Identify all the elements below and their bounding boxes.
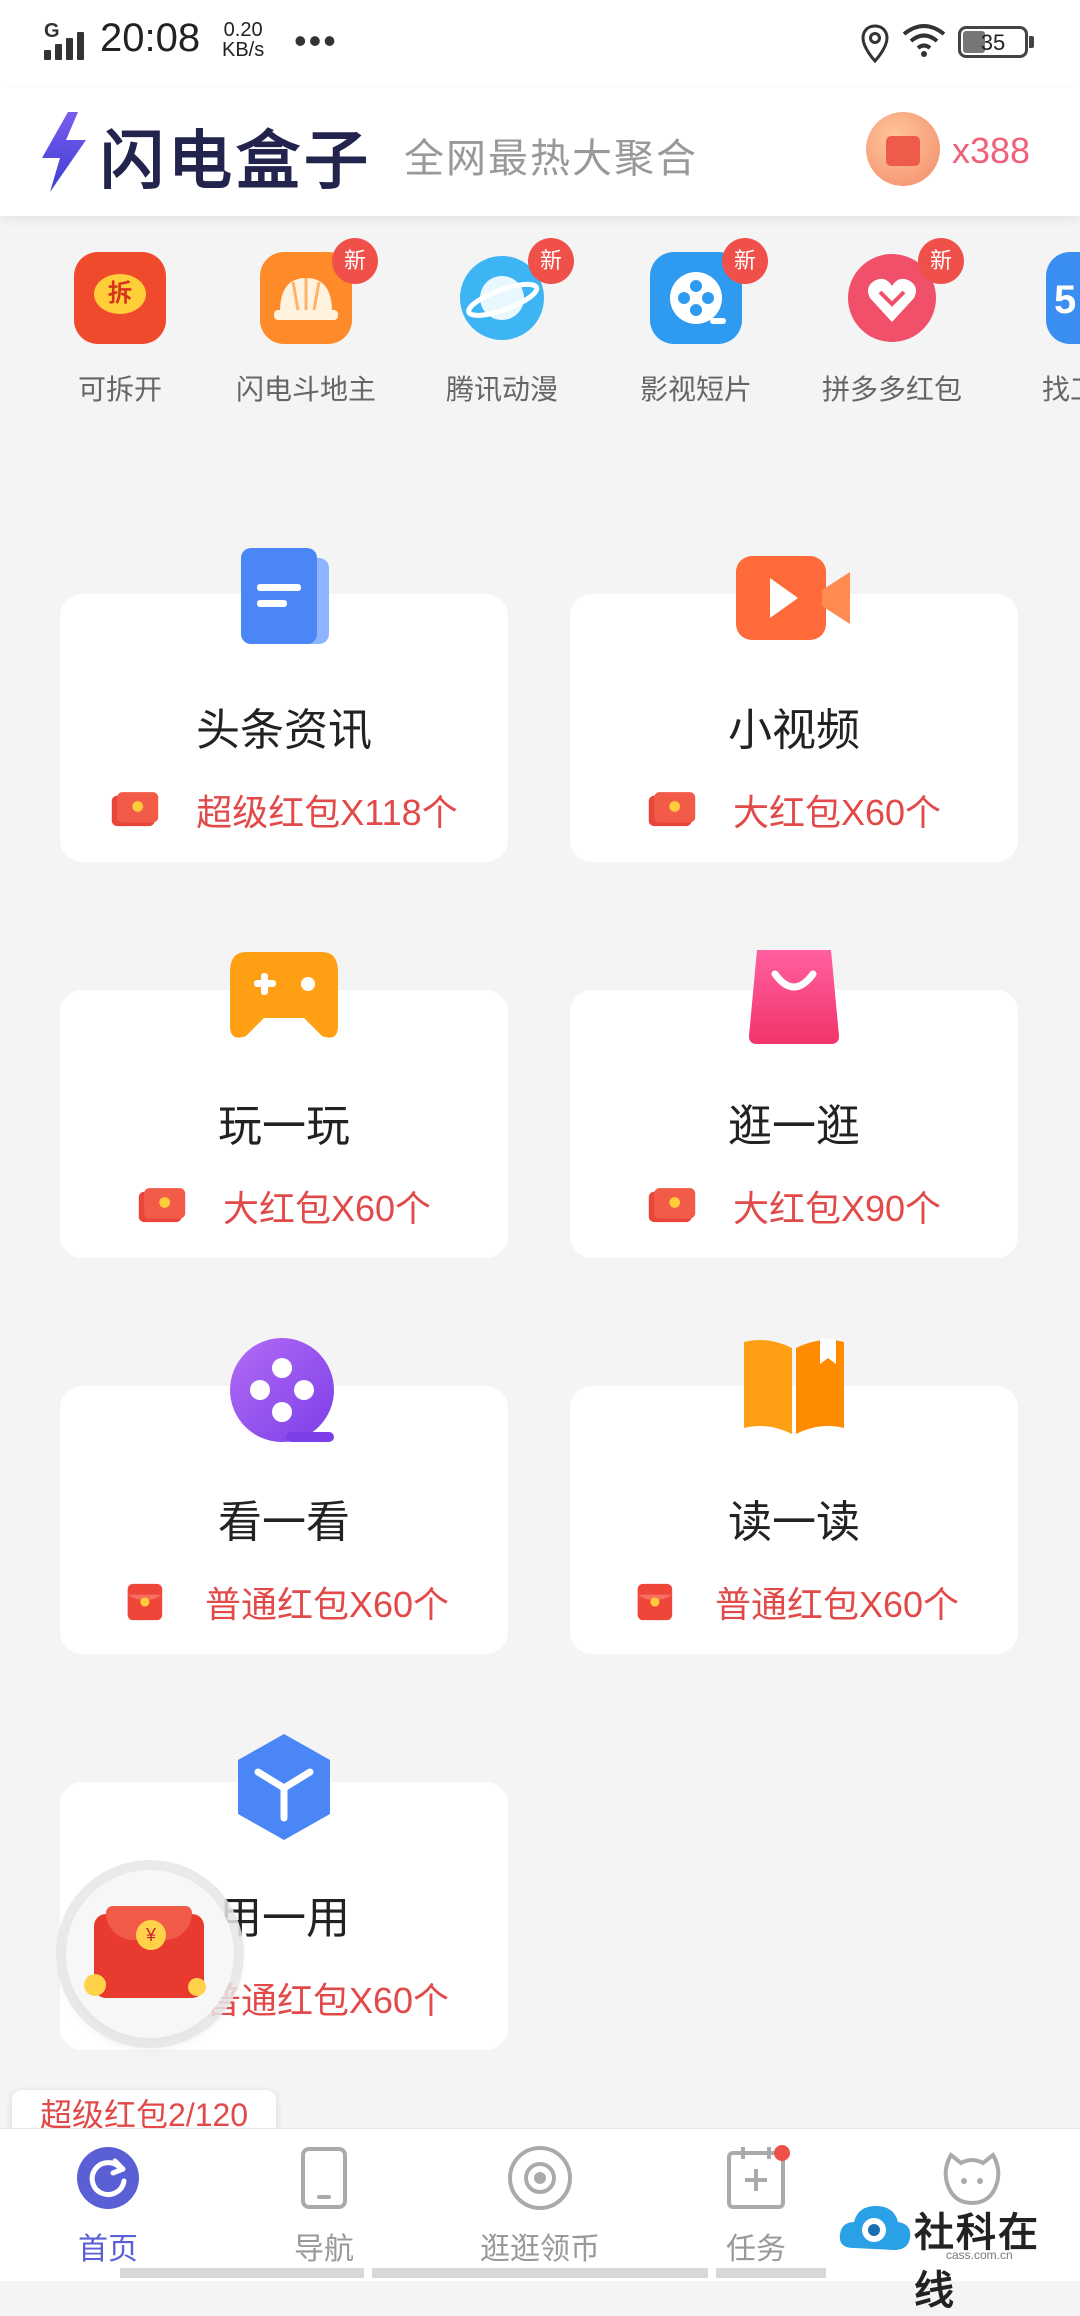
card-title: 读一读 (728, 1498, 860, 1547)
nav-label: 逛逛领币 (480, 2233, 600, 2266)
red-envelope-icon (637, 1583, 673, 1621)
location-icon (861, 24, 889, 64)
notification-dot (774, 2145, 790, 2161)
gesture-bar (120, 2268, 364, 2278)
floating-red-packet-button[interactable]: ¥ (66, 1870, 234, 2038)
card-reward: 大红包X90个 (570, 1180, 1018, 1232)
film-reel-icon (230, 1338, 334, 1442)
cube-icon (238, 1734, 330, 1840)
nav-label: 导航 (294, 2233, 354, 2266)
gamepad-icon (230, 952, 338, 1038)
app-name: 闪电盒子 (100, 125, 372, 197)
card-title: 头条资讯 (196, 706, 372, 755)
card-reward: 大红包X60个 (570, 784, 1018, 836)
nav-label: 首页 (78, 2233, 138, 2266)
shopping-bag-icon (749, 950, 839, 1044)
shortcut-find-job[interactable]: 5 找工 (1006, 252, 1080, 408)
pinduoduo-icon: 新 (846, 238, 964, 344)
nav-tasks[interactable]: 任务 (656, 2145, 856, 2268)
gesture-bar (716, 2268, 826, 2278)
shortcut-pinduoduo[interactable]: 新 拼多多红包 (812, 238, 972, 408)
card-play-games[interactable]: 玩一玩 大红包X60个 (60, 952, 508, 1258)
card-title: 小视频 (728, 706, 860, 755)
film-reel-icon: 新 (650, 238, 768, 344)
cloud-eye-logo-icon (839, 2206, 911, 2250)
book-icon (744, 1338, 844, 1434)
shortcut-label: 拼多多红包 (821, 374, 962, 405)
status-bar: G 20:08 0.20 KB/s ••• 35 (0, 0, 1080, 88)
news-document-icon (241, 548, 329, 644)
red-packet-stack-icon (138, 1188, 186, 1223)
landlord-hat-icon: 新 (260, 238, 378, 344)
card-title: 看一看 (218, 1498, 350, 1547)
card-read[interactable]: 读一读 普通红包X60个 (570, 1338, 1018, 1654)
nav-navigation[interactable]: 导航 (224, 2145, 424, 2268)
red-packet-icon (886, 136, 920, 166)
nav-label: 任务 (726, 2233, 786, 2266)
coin-avatar[interactable] (866, 112, 940, 186)
shortcut-label: 闪电斗地主 (235, 374, 376, 405)
app-header: 闪电盒子 全网最热大聚合 x388 (0, 88, 1080, 216)
shortcut-label: 影视短片 (639, 374, 752, 405)
wifi-icon (902, 24, 946, 57)
network-speed: 0.20 KB/s (222, 20, 264, 60)
red-packet-stack-icon (648, 792, 696, 827)
watermark-sub: cass.com.cn (946, 2248, 1013, 2262)
nav-home[interactable]: 首页 (8, 2145, 208, 2268)
battery-icon: 35 (958, 26, 1034, 58)
card-reward: 超级红包X118个 (60, 784, 508, 836)
red-packet-open-icon: 拆 (74, 252, 166, 344)
more-notifications-icon: ••• (294, 20, 338, 61)
card-title: 逛一逛 (728, 1102, 860, 1151)
card-shopping[interactable]: 逛一逛 大红包X90个 (570, 950, 1018, 1258)
card-headline-news[interactable]: 头条资讯 超级红包X118个 (60, 548, 508, 862)
shortcut-label: 找工 (1042, 374, 1080, 405)
card-reward: 大红包X60个 (60, 1180, 508, 1232)
card-reward: 普通红包X60个 (60, 1576, 508, 1628)
job-icon: 5 (1046, 252, 1080, 344)
red-packet-stack-icon (648, 1188, 696, 1223)
speed-value: 0.20 (223, 19, 263, 41)
red-packet-stack-icon (112, 792, 159, 827)
eye-icon (508, 2146, 572, 2210)
shortcut-label: 腾讯动漫 (445, 374, 558, 405)
shortcut-kechaikai[interactable]: 拆 可拆开 (40, 252, 200, 408)
refresh-icon (77, 2147, 139, 2209)
clock: 20:08 (100, 16, 201, 60)
shortcut-video-shorts[interactable]: 新 影视短片 (616, 238, 776, 408)
planet-icon: 新 (456, 238, 574, 344)
yuan-coin-icon: ¥ (136, 1920, 166, 1950)
tablet-icon (301, 2147, 347, 2209)
lightning-logo-icon (42, 112, 86, 192)
card-watch[interactable]: 看一看 普通红包X60个 (60, 1338, 508, 1654)
new-badge: 新 (918, 238, 964, 284)
nav-browse-coins[interactable]: 逛逛领币 (440, 2145, 640, 2268)
shortcut-tencent-comic[interactable]: 新 腾讯动漫 (422, 238, 582, 408)
network-type: G (44, 20, 60, 42)
new-badge: 新 (528, 238, 574, 284)
gesture-bar (372, 2268, 708, 2278)
shortcut-landlord[interactable]: 新 闪电斗地主 (226, 238, 386, 408)
card-short-video[interactable]: 小视频 大红包X60个 (570, 556, 1018, 862)
app-slogan: 全网最热大聚合 (404, 137, 698, 181)
battery-level: 35 (980, 30, 1006, 55)
signal-icon: G (44, 20, 90, 60)
watermark: 社科在线 cass.com.cn (836, 2196, 1076, 2313)
shortcut-label: 可拆开 (77, 374, 162, 405)
red-envelope-icon (127, 1583, 163, 1621)
video-camera-icon (736, 556, 850, 640)
card-title: 玩一玩 (218, 1102, 350, 1151)
coin-count[interactable]: x388 (952, 130, 1030, 172)
new-badge: 新 (332, 238, 378, 284)
new-badge: 新 (722, 238, 768, 284)
card-reward: 普通红包X60个 (570, 1576, 1018, 1628)
speed-unit: KB/s (222, 39, 265, 61)
